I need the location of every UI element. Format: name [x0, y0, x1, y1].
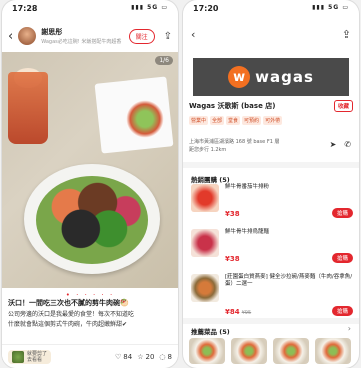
status-time: 17:28: [12, 4, 38, 13]
section-title-deals: 熱銷團購 (5): [191, 176, 230, 184]
like-count: 84: [123, 352, 133, 361]
body-line: 公司旁邊的沃口是我最愛的食堂！每次不知道吃: [8, 311, 135, 318]
brand-logo: w: [228, 66, 251, 88]
product-name: 鮮牛骨牛排烏龍麵: [225, 229, 270, 235]
menu-bowl-image: [126, 100, 164, 138]
product-image: [191, 274, 219, 302]
shop-thumb: [12, 350, 24, 363]
status-bar: 17:28 ▮▮▮ 5G ▭: [2, 0, 178, 16]
price-value: ¥84: [225, 308, 240, 316]
section-title-recs: 推薦菜品 (5): [191, 328, 230, 336]
divider: [183, 162, 359, 168]
user-name: 謝思彤: [41, 28, 63, 36]
buy-button[interactable]: 搶購: [331, 306, 353, 316]
tag-line: 就要剪了: [27, 350, 48, 357]
signal-label: 5G: [328, 4, 340, 11]
heart-icon: ♡: [115, 352, 122, 361]
signal-label: 5G: [147, 4, 159, 11]
product-image: [191, 229, 219, 257]
shop-name: Wagas 沃歌斯 (base 店): [189, 102, 276, 110]
product-item[interactable]: 鮮牛骨牛排烏龍麵 ¥38 搶購: [191, 229, 353, 269]
product-price: ¥84 ¥95: [225, 308, 251, 316]
shop-tag-button[interactable]: 就要剪了 去看看: [8, 349, 52, 364]
buy-button[interactable]: 搶購: [331, 208, 353, 218]
follow-button[interactable]: 關注: [128, 28, 155, 44]
comment-count: 8: [167, 352, 172, 361]
chip: 全部: [210, 116, 225, 125]
rec-dish-image[interactable]: [315, 338, 351, 364]
post-title: 沃口！一間吃三次也不膩的剪牛肉碗🥙: [8, 299, 129, 307]
body-line: 什麼就會點這個剪式牛肉碗，牛肉超嫩鮮甜✔: [8, 321, 128, 328]
post-header: ‹ 謝思彤 Wagas必吃這碗! 米飯搭配牛肉超香 關注 ⇪: [2, 22, 178, 50]
share-icon[interactable]: ⇪: [164, 31, 172, 42]
signal-icon: ▮▮▮ 5G ▭: [131, 4, 168, 11]
product-price: ¥38: [225, 255, 240, 263]
back-icon[interactable]: ‹: [8, 29, 13, 44]
chip: 營業中: [189, 116, 209, 125]
post-body: 公司旁邊的沃口是我最愛的食堂！每次不知道吃 什麼就會點這個剪式牛肉碗，牛肉超嫩鮮…: [8, 310, 172, 330]
bowl-contents: [36, 176, 148, 264]
product-item[interactable]: [莊園蛋白質燕麥] 健全沙拉碗/燕麥麵（牛肉/吞拿魚/蛋）二選一 ¥84 ¥95 …: [191, 274, 353, 318]
product-price: ¥38: [225, 210, 240, 218]
chevron-right-icon[interactable]: ›: [348, 324, 351, 333]
phone-icon[interactable]: ✆: [344, 140, 351, 149]
user-desc: Wagas必吃這碗! 米飯搭配牛肉超香: [41, 39, 122, 45]
phone-shop-view: 17:20 ▮▮▮ 5G ▭ ‹ ⇪ w wagas Wagas 沃歌斯 (ba…: [183, 0, 359, 368]
address-line: 上海市黃浦區湖濱路 168 號 base F1 層: [189, 139, 280, 145]
photo-counter: 1/6: [155, 56, 173, 65]
product-name: [莊園蛋白質燕麥] 健全沙拉碗/燕麥麵（牛肉/吞拿魚/蛋）二選一: [225, 274, 353, 287]
star-count: 20: [145, 352, 155, 361]
comment-icon: ◌: [159, 352, 166, 361]
post-photo[interactable]: 1/6: [2, 52, 178, 288]
rec-dish-image[interactable]: [189, 338, 225, 364]
original-price: ¥95: [241, 310, 252, 316]
divider: [183, 318, 359, 324]
status-time: 17:20: [193, 4, 219, 13]
rec-dish-image[interactable]: [273, 338, 309, 364]
back-icon[interactable]: ‹: [191, 28, 195, 46]
price-value: ¥38: [225, 210, 240, 218]
chip: 堂食: [226, 116, 241, 125]
chip: 可預約: [242, 116, 262, 125]
chip: 可外帶: [263, 116, 283, 125]
favorite-button[interactable]: 收藏: [333, 100, 353, 112]
rec-dish-image[interactable]: [231, 338, 267, 364]
tag-line: 去看看: [27, 356, 43, 363]
shop-header: ‹ ⇪: [183, 28, 359, 46]
status-bar: 17:20 ▮▮▮ 5G ▭: [183, 0, 359, 16]
signal-icon: ▮▮▮ 5G ▭: [312, 4, 349, 11]
shop-actions: ➤ ✆: [330, 140, 351, 149]
user-info[interactable]: 謝思彤 Wagas必吃這碗! 米飯搭配牛肉超香: [41, 27, 121, 45]
post-bottom-bar: 就要剪了 去看看 ♡ 84 ☆ 20 ◌ 8: [2, 344, 178, 368]
share-icon[interactable]: ⇪: [342, 28, 351, 46]
buy-button[interactable]: 搶購: [331, 253, 353, 263]
shop-info: Wagas 沃歌斯 (base 店) 收藏 營業中 全部 堂食 可預約 可外帶: [189, 100, 353, 125]
navigate-icon[interactable]: ➤: [330, 140, 337, 149]
product-image: [191, 184, 219, 212]
avatar[interactable]: [18, 27, 37, 45]
distance-line: 距您步行 1.2km: [189, 147, 227, 153]
brand-name: wagas: [255, 68, 314, 86]
product-item[interactable]: 鮮牛骨番茄牛排粉 ¥38 搶購: [191, 184, 353, 224]
star-icon: ☆: [137, 352, 144, 361]
product-name: 鮮牛骨番茄牛排粉: [225, 184, 270, 190]
shop-tag-label: 就要剪了 去看看: [27, 351, 47, 363]
drink-glass: [8, 72, 48, 144]
price-value: ¥38: [225, 255, 240, 263]
brand-banner: w wagas: [193, 58, 349, 96]
recommend-list: [189, 338, 359, 364]
comment-button[interactable]: ◌ 8: [159, 353, 172, 361]
phone-post-view: 17:28 ▮▮▮ 5G ▭ ‹ 謝思彤 Wagas必吃這碗! 米飯搭配牛肉超香…: [2, 0, 178, 368]
shop-chips: 營業中 全部 堂食 可預約 可外帶: [189, 116, 353, 125]
shop-address[interactable]: 上海市黃浦區湖濱路 168 號 base F1 層 距您步行 1.2km: [189, 138, 353, 154]
like-button[interactable]: ♡ 84: [115, 353, 132, 361]
star-button[interactable]: ☆ 20: [137, 353, 154, 361]
